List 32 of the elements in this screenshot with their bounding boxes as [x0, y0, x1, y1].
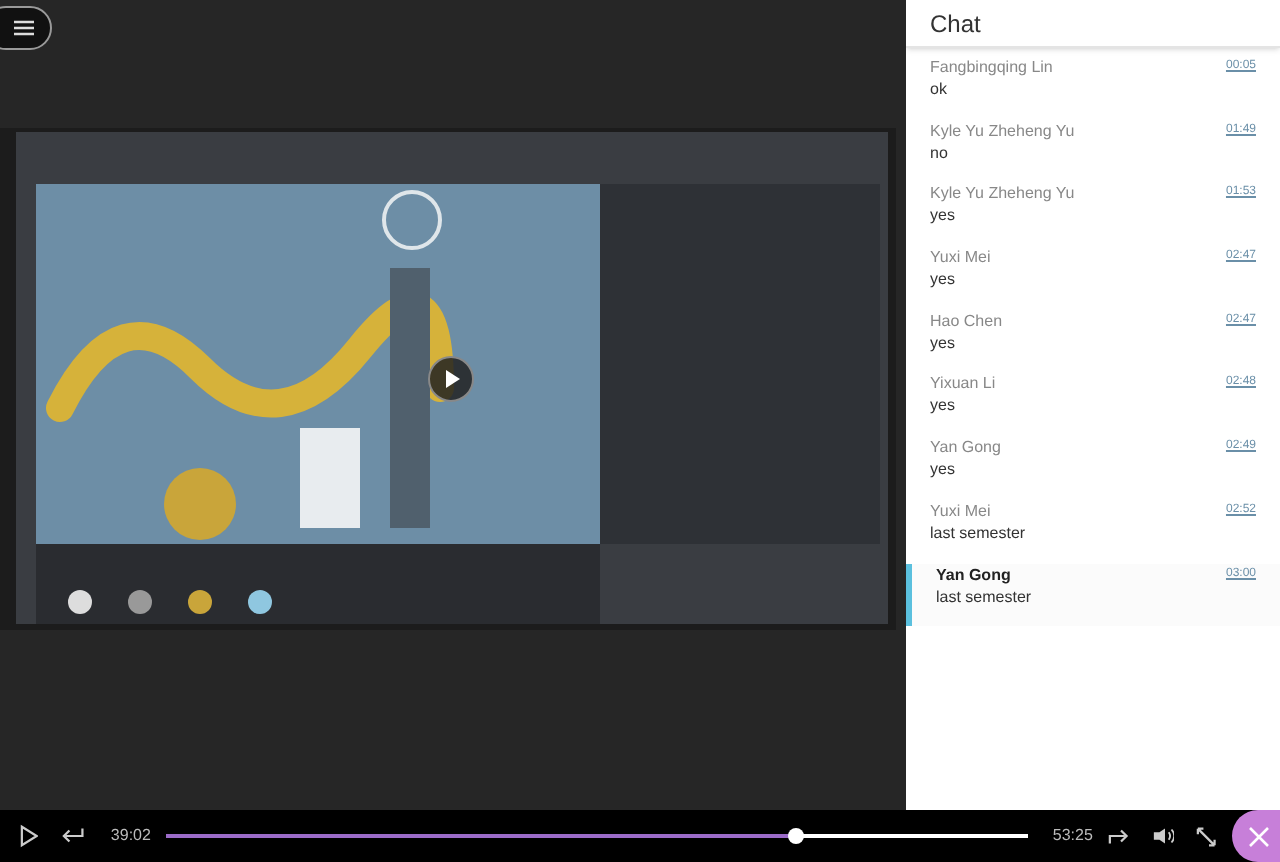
play-icon[interactable] [20, 824, 39, 848]
elapsed-time: 39:02 [110, 824, 151, 848]
menu-icon [14, 20, 34, 36]
author-name: Yuxi Mei [930, 499, 991, 522]
menu-button[interactable] [0, 6, 52, 50]
progress-handle[interactable] [788, 828, 805, 844]
author-name: Kyle Yu Zheheng Yu [930, 182, 1075, 205]
message-text: last semester [930, 521, 1028, 546]
author-name: Yuxi Mei [930, 246, 991, 269]
fullscreen-icon[interactable] [1195, 825, 1216, 847]
chat-title: Chat [906, 0, 1280, 48]
author-name: Yan Gong [930, 436, 1001, 459]
author-name: Hao Chen [930, 309, 1003, 332]
author-name: Fangbingqing Lin [930, 56, 1053, 78]
author-name: Yan Gong [936, 563, 1011, 585]
message-text: ok [930, 78, 949, 102]
play-icon [428, 356, 474, 402]
message-text: no [930, 141, 950, 166]
close-icon [1247, 825, 1269, 847]
message-text: yes [930, 458, 957, 483]
message-text: last semester [936, 585, 1034, 609]
volume-icon[interactable] [1151, 826, 1174, 846]
author-name: Yixuan Li [930, 372, 996, 395]
forward-icon[interactable] [1108, 826, 1130, 846]
author-name: Kyle Yu Zheheng Yu [930, 119, 1075, 142]
close-button[interactable] [1232, 810, 1280, 862]
message-text: yes [930, 204, 957, 229]
message-text: yes [930, 394, 957, 419]
rewind-icon[interactable] [62, 826, 85, 846]
message-text: yes [930, 331, 957, 356]
duration-time: 53:25 [1052, 824, 1093, 848]
message-text: yes [930, 268, 957, 293]
